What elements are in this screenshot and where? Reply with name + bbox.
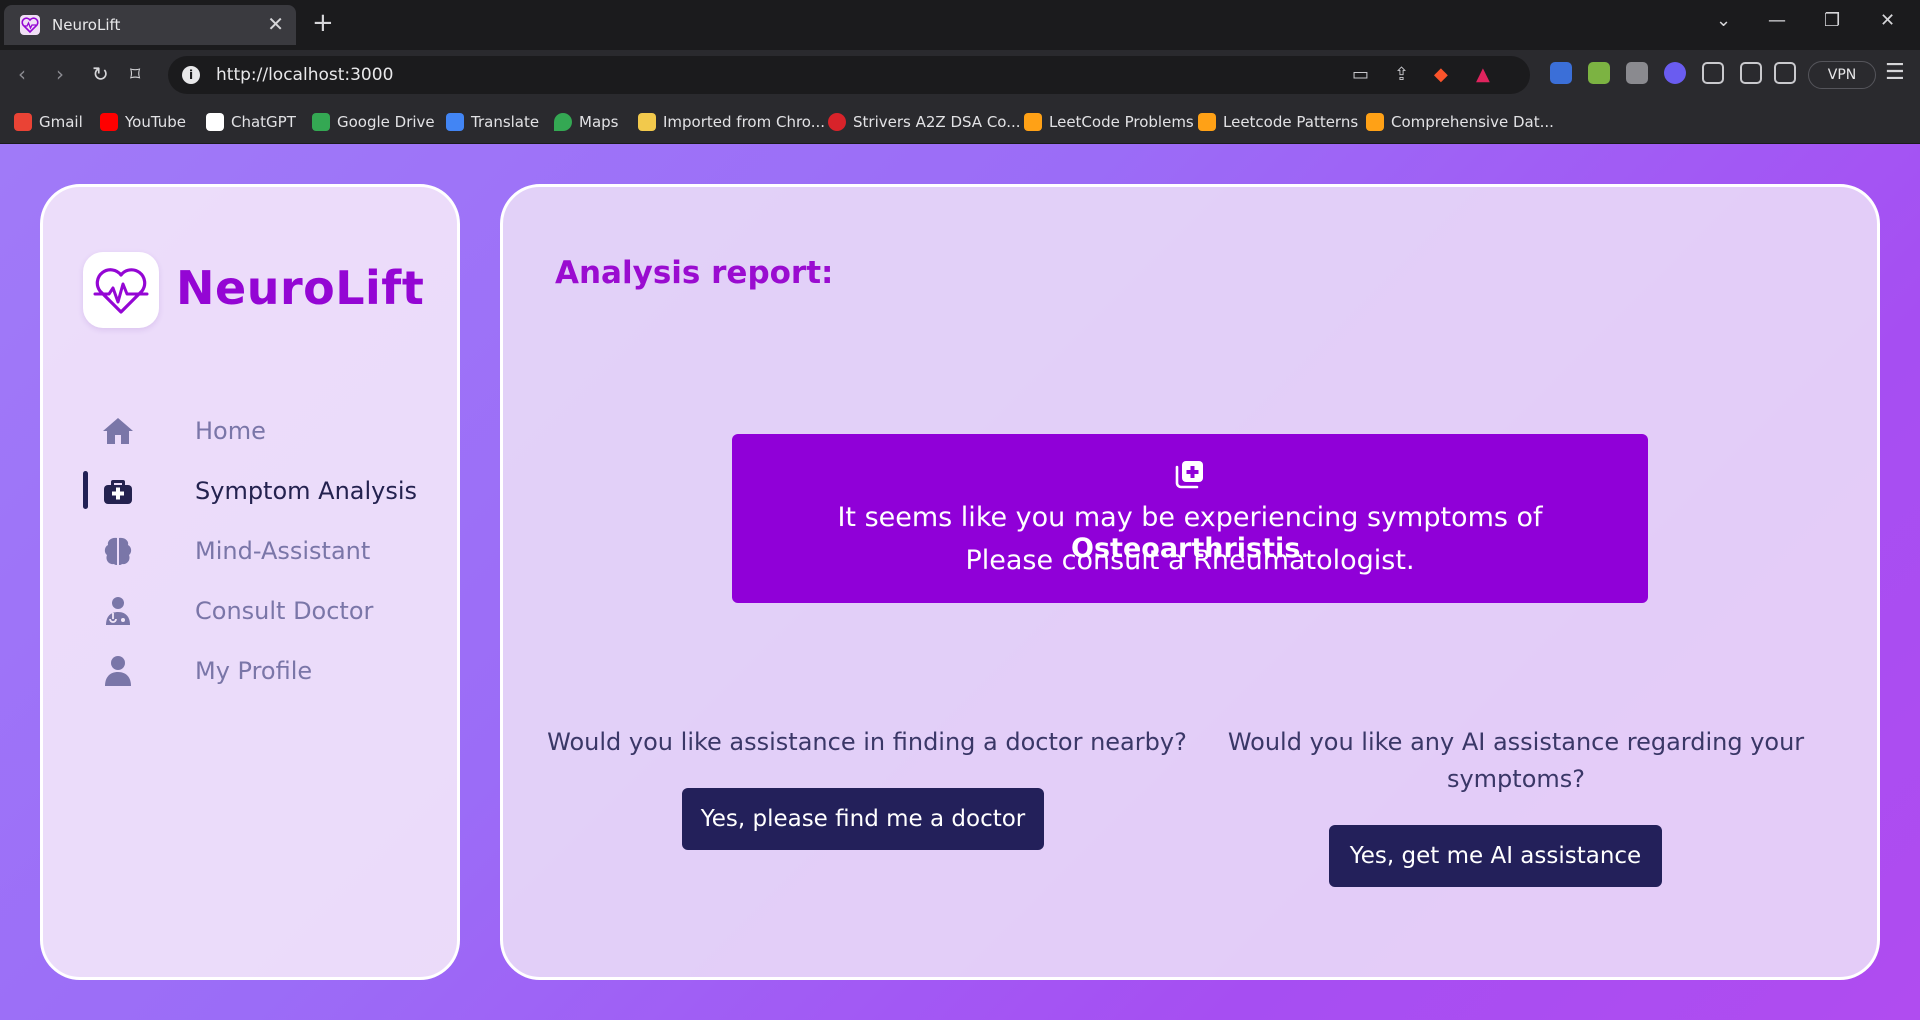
tab-title: NeuroLift (52, 16, 121, 34)
browser-toolbar: ‹ › ↻ ⌑ i http://localhost:3000 ▭ ⇪ ◆ ▲ (0, 50, 1920, 100)
bookmark-icon[interactable]: ⌑ (130, 62, 140, 86)
vpn-button[interactable]: VPN (1808, 61, 1876, 89)
ai-question-line: symptoms? (1446, 765, 1586, 793)
medical-plus-icon (1175, 461, 1203, 489)
url-text[interactable]: http://localhost:3000 (216, 65, 393, 85)
extension-icon[interactable] (1664, 62, 1686, 84)
brave-rewards-icon[interactable]: ▲ (1476, 64, 1490, 85)
home-icon (103, 418, 133, 444)
chatgpt-icon (206, 113, 224, 131)
extension-icon[interactable] (1588, 62, 1610, 84)
sidebar-item-label: Mind-Assistant (195, 537, 371, 565)
doctor-question: Would you like assistance in finding a d… (547, 728, 1187, 756)
bookmark-label: Imported from Chro... (663, 113, 826, 131)
maps-icon (554, 113, 572, 131)
share-icon[interactable]: ⇪ (1394, 64, 1409, 85)
bookmark-label: Strivers A2Z DSA Co... (853, 113, 1021, 131)
bookmark-item[interactable]: Google Drive (312, 110, 435, 134)
sidebar-item-label: My Profile (195, 657, 313, 685)
diagnosis-result-box: It seems like you may be experiencing sy… (732, 434, 1648, 603)
back-icon[interactable]: ‹ (18, 62, 26, 86)
analysis-report-card: Analysis report: It seems like you may b… (500, 184, 1880, 980)
sidebar-item-my-profile[interactable]: My Profile (83, 649, 423, 693)
ai-question-line: Would you like any AI assistance regardi… (1227, 728, 1805, 756)
sidebar-item-symptom-analysis[interactable]: Symptom Analysis (83, 469, 423, 513)
folder-icon (638, 113, 656, 131)
bookmark-item[interactable]: Translate (446, 110, 539, 134)
close-window-icon[interactable]: ✕ (1880, 10, 1895, 31)
bookmark-label: Gmail (39, 113, 83, 131)
bookmark-item[interactable]: Comprehensive Dat... (1366, 110, 1554, 134)
find-doctor-button[interactable]: Yes, please find me a doctor (682, 788, 1044, 850)
address-bar[interactable]: i http://localhost:3000 ▭ ⇪ ◆ ▲ (168, 56, 1530, 94)
extension-icon[interactable] (1550, 62, 1572, 84)
bookmark-label: Maps (579, 113, 619, 131)
new-tab-icon[interactable]: + (312, 8, 334, 38)
wallet-icon[interactable] (1774, 62, 1796, 84)
bookmark-label: LeetCode Problems (1049, 113, 1194, 131)
close-tab-icon[interactable]: ✕ (267, 12, 284, 36)
heart-pulse-favicon-icon (20, 15, 40, 35)
heart-pulse-icon (93, 268, 149, 314)
sidebar-item-label: Symptom Analysis (195, 477, 418, 505)
ai-assistance-button[interactable]: Yes, get me AI assistance (1329, 825, 1662, 887)
site-info-icon[interactable]: i (182, 66, 200, 84)
ai-question: Would you like any AI assistance regardi… (1203, 724, 1829, 798)
restore-icon[interactable]: ❐ (1824, 10, 1840, 31)
bookmark-item[interactable]: LeetCode Problems (1024, 110, 1194, 134)
gmail-icon (14, 113, 32, 131)
vpn-label: VPN (1827, 67, 1857, 83)
bookmark-item[interactable]: Maps (554, 110, 618, 134)
bookmark-item[interactable]: Imported from Chro... (638, 110, 825, 134)
sidebar: NeuroLift Home Symptom Analysis Mind-Ass… (40, 184, 460, 980)
youtube-icon (100, 113, 118, 131)
bookmark-item[interactable]: Strivers A2Z DSA Co... (828, 110, 1021, 134)
brave-shields-icon[interactable]: ◆ (1434, 64, 1448, 85)
bookmark-label: Leetcode Patterns (1223, 113, 1359, 131)
bookmark-label: ChatGPT (231, 113, 296, 131)
doctor-icon (106, 597, 130, 625)
extension-icon[interactable] (1626, 62, 1648, 84)
minimize-icon[interactable]: — (1768, 10, 1786, 31)
menu-icon[interactable]: ☰ (1885, 60, 1905, 85)
brain-icon (104, 537, 132, 565)
bookmark-item[interactable]: Leetcode Patterns (1198, 110, 1358, 134)
bookmark-label: Comprehensive Dat... (1391, 113, 1554, 131)
tab-search-chevron-icon[interactable]: ⌄ (1716, 10, 1731, 31)
medkit-icon (104, 480, 132, 504)
leetcode-patterns-icon (1198, 113, 1216, 131)
app-viewport: NeuroLift Home Symptom Analysis Mind-Ass… (0, 144, 1920, 1020)
sidebar-item-label: Home (195, 417, 266, 445)
forward-icon[interactable]: › (56, 62, 64, 86)
bookmark-label: Translate (471, 113, 540, 131)
brand-name[interactable]: NeuroLift (176, 261, 424, 315)
bookmark-label: YouTube (125, 113, 186, 131)
bookmark-item[interactable]: ChatGPT (206, 110, 296, 134)
translate-icon (446, 113, 464, 131)
striver-icon (828, 113, 846, 131)
bookmarks-bar: Gmail YouTube ChatGPT Google Drive Trans… (0, 100, 1920, 144)
leetcode-icon (1366, 113, 1384, 131)
specialist-advice: Please consult a Rheumatologist. (965, 545, 1415, 576)
active-indicator (83, 471, 88, 509)
drive-icon (312, 113, 330, 131)
page-title: Analysis report: (555, 255, 834, 291)
browser-tab[interactable]: NeuroLift ✕ (4, 5, 296, 45)
bookmark-item[interactable]: Gmail (14, 110, 83, 134)
sidebar-toggle-icon[interactable] (1740, 62, 1762, 84)
reload-icon[interactable]: ↻ (92, 62, 109, 86)
diagnosis-prefix: It seems like you may be experiencing sy… (837, 502, 1543, 533)
logo[interactable] (83, 252, 159, 328)
bookmark-item[interactable]: YouTube (100, 110, 186, 134)
cast-icon[interactable]: ▭ (1352, 64, 1369, 85)
leetcode-icon (1024, 113, 1042, 131)
sidebar-item-home[interactable]: Home (83, 409, 423, 453)
user-icon (105, 656, 131, 686)
browser-tab-strip: NeuroLift ✕ + ⌄ — ❐ ✕ (0, 0, 1920, 50)
sidebar-item-label: Consult Doctor (195, 597, 374, 625)
extensions-puzzle-icon[interactable] (1702, 62, 1724, 84)
sidebar-item-consult-doctor[interactable]: Consult Doctor (83, 589, 423, 633)
sidebar-item-mind-assistant[interactable]: Mind-Assistant (83, 529, 423, 573)
bookmark-label: Google Drive (337, 113, 435, 131)
